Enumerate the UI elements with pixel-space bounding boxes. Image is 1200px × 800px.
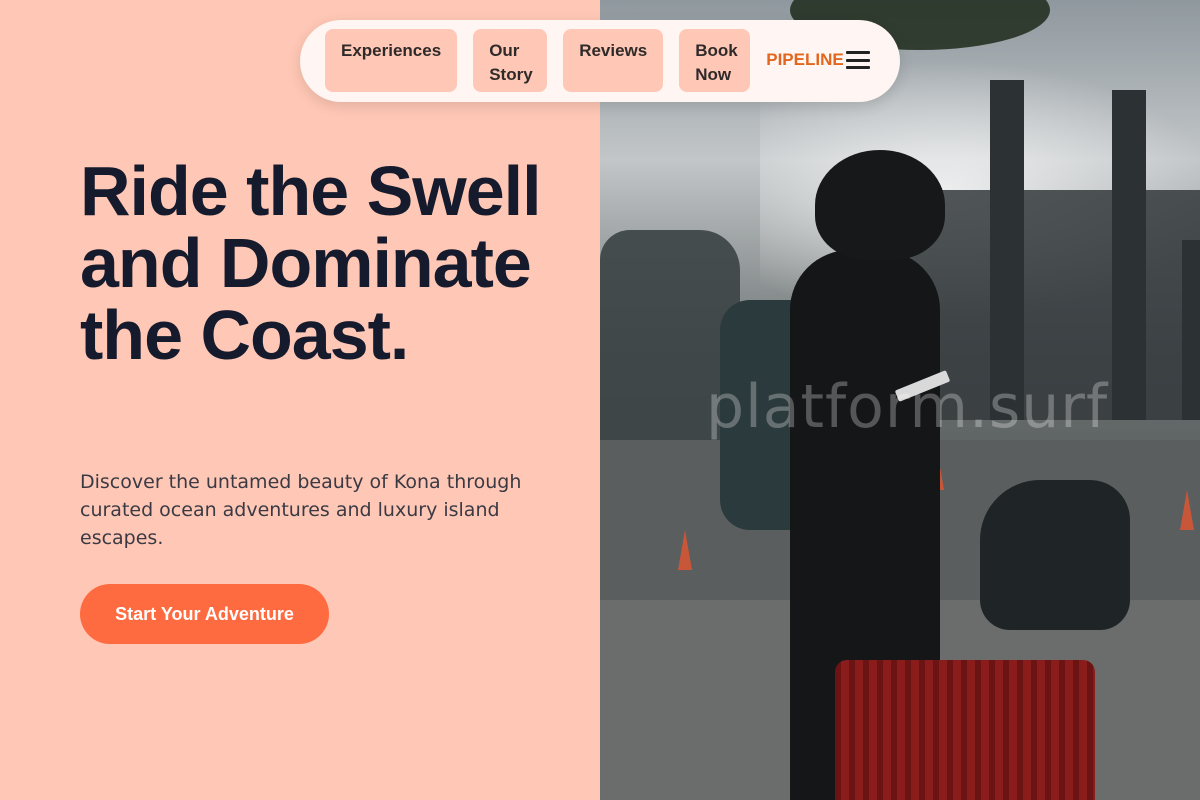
hero-subtitle: Discover the untamed beauty of Kona thro… [80, 471, 522, 549]
tower-silhouette [990, 80, 1024, 420]
scooter [980, 480, 1130, 630]
hero-left-panel [0, 0, 600, 800]
hamburger-menu-icon[interactable] [845, 49, 870, 71]
nav-item-experiences[interactable]: Experiences [325, 29, 458, 92]
nav-item-our-story[interactable]: Our Story [473, 29, 548, 92]
brand: PIPELINE [766, 49, 870, 71]
nav-item-book-now[interactable]: Book Now [679, 29, 751, 92]
hero-image: platform.surf [600, 0, 1200, 800]
hero-title: Ride the Swell and Dominate the Coast. [80, 152, 542, 374]
top-navigation: Experiences Our Story Reviews Book Now P… [300, 20, 900, 102]
nav-item-reviews[interactable]: Reviews [563, 29, 664, 92]
watermark: platform.surf [706, 372, 1109, 442]
tower-silhouette [1182, 240, 1200, 420]
suitcase [835, 660, 1095, 800]
start-adventure-button[interactable]: Start Your Adventure [80, 584, 329, 644]
brand-logo[interactable]: PIPELINE [766, 50, 843, 70]
tower-silhouette [1112, 90, 1146, 420]
traveler-silhouette [700, 150, 1095, 800]
traveler-hat [815, 150, 945, 260]
